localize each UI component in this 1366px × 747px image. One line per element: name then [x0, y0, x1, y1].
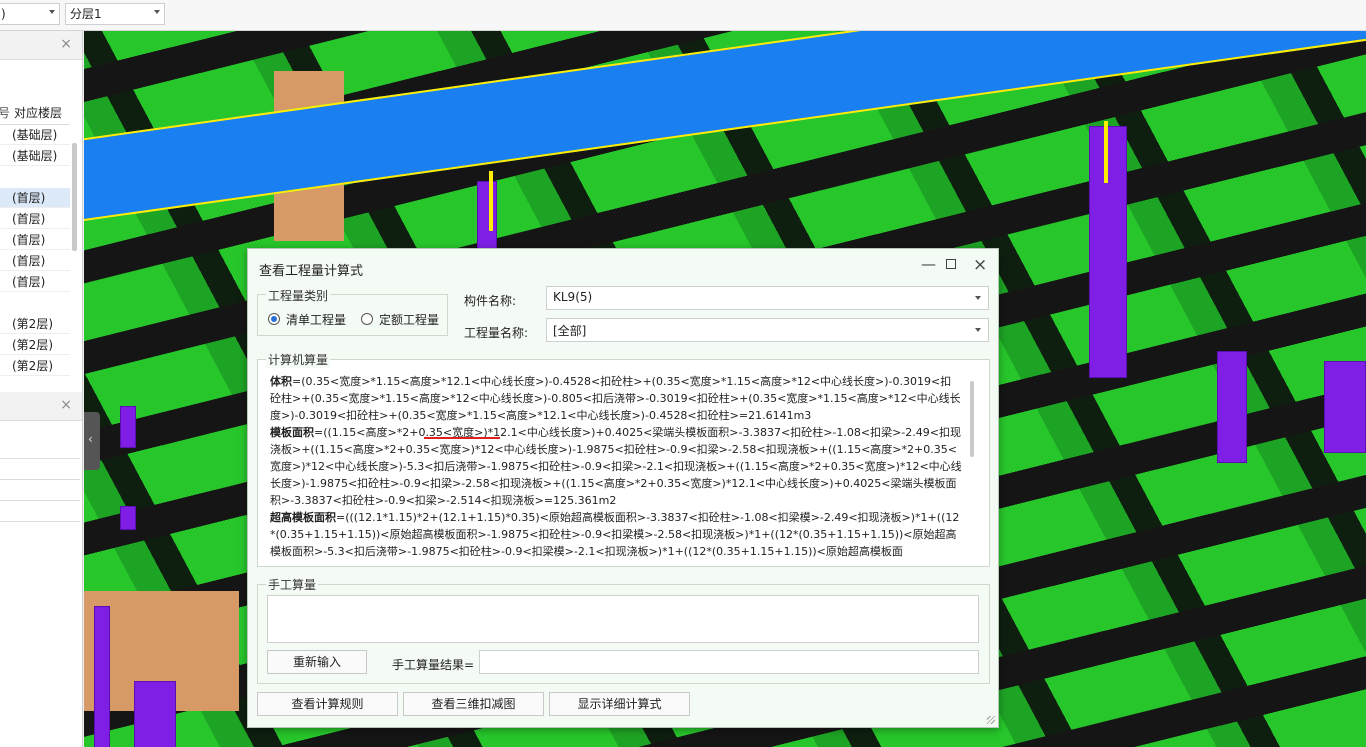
floor-row[interactable]: (第2层)	[0, 356, 70, 376]
view-combo[interactable]: )	[0, 3, 60, 25]
quantity-formula-dialog: 查看工程量计算式 — × 工程量类别 清单工程量 定额工程量 构件名称: KL9…	[247, 248, 999, 728]
view-combo-text: )	[1, 7, 6, 21]
radio-list-label: 清单工程量	[286, 313, 347, 327]
formula-text[interactable]: 体积=(0.35<宽度>*1.15<高度>*12.1<中心线长度>)-0.452…	[270, 373, 962, 563]
floor-row[interactable]: (首层)	[0, 188, 70, 208]
column-header-prefix: 号	[0, 106, 11, 120]
close-icon[interactable]: ×	[60, 36, 72, 52]
manual-calc-label: 手工算量	[266, 576, 319, 593]
chevron-down-icon	[154, 10, 160, 14]
high-formwork-label: 超高模板面积	[270, 511, 336, 524]
panel-header-top: ×	[0, 31, 82, 60]
property-row-divider	[0, 521, 80, 522]
volume-label: 体积	[270, 375, 292, 388]
formula-scrollbar[interactable]	[970, 381, 974, 457]
view-rules-button[interactable]: 查看计算规则	[257, 692, 398, 716]
selected-beam[interactable]	[84, 31, 1366, 223]
floor-row[interactable]: (第2层)	[0, 314, 70, 334]
left-panel: × 号 对应楼层 (基础层) (基础层) (首层) (首层) (首层) (首层)…	[0, 31, 83, 747]
component-value: KL9(5)	[553, 290, 593, 304]
floor-scrollbar[interactable]	[72, 143, 77, 251]
property-row-divider	[0, 479, 80, 480]
radio-quota-quantity[interactable]	[361, 313, 373, 325]
view-3d-deduction-button[interactable]: 查看三维扣减图	[403, 692, 544, 716]
floor-row[interactable]: (首层)	[0, 230, 70, 250]
column-element[interactable]	[1217, 351, 1247, 463]
floor-row[interactable]: (基础层)	[0, 125, 70, 145]
formwork-label: 模板面积	[270, 426, 314, 439]
red-underline-annotation	[424, 437, 500, 439]
beam-marker-arrow	[1104, 121, 1108, 183]
manual-result-label: 手工算量结果=	[392, 658, 475, 672]
floor-row[interactable]: (基础层)	[0, 146, 70, 166]
minimize-icon[interactable]: —	[921, 255, 936, 273]
quantity-label: 工程量名称:	[464, 326, 529, 340]
quantity-select[interactable]: [全部]	[546, 318, 989, 342]
property-row-divider	[0, 500, 80, 501]
layer-combo[interactable]: 分层1	[65, 3, 165, 25]
floor-column-header: 号 对应楼层	[0, 102, 70, 125]
chevron-down-icon	[49, 10, 55, 14]
floor-row[interactable]: (第2层)	[0, 335, 70, 355]
column-element[interactable]	[1089, 126, 1127, 378]
volume-formula: =(0.35<宽度>*1.15<高度>*12.1<中心线长度>)-0.4528<…	[270, 375, 961, 422]
column-element[interactable]	[134, 681, 176, 747]
floor-row[interactable]: (首层)	[0, 209, 70, 229]
beam-marker-arrow	[489, 171, 493, 231]
column-element[interactable]	[120, 506, 136, 530]
panel-header-bottom: ×	[0, 392, 82, 421]
chevron-down-icon	[975, 296, 981, 300]
maximize-icon[interactable]	[946, 259, 956, 269]
top-toolbar: ) 分层1	[0, 0, 1366, 31]
layer-combo-text: 分层1	[70, 7, 102, 21]
show-detail-formula-button[interactable]: 显示详细计算式	[549, 692, 690, 716]
close-icon[interactable]: ×	[60, 397, 72, 413]
chevron-down-icon	[975, 328, 981, 332]
property-row-divider	[0, 458, 80, 459]
radio-quota-label: 定额工程量	[379, 313, 440, 327]
manual-result-input[interactable]	[479, 650, 979, 674]
column-element[interactable]	[120, 406, 136, 448]
dialog-title: 查看工程量计算式	[259, 264, 364, 279]
computer-calc-label: 计算机算量	[266, 351, 331, 368]
high-formwork-formula: =(((12.1*1.15)*2+(12.1+1.15)*0.35)<原始超高模…	[270, 511, 960, 558]
column-element[interactable]	[94, 606, 110, 747]
collapse-handle[interactable]: ‹	[84, 412, 100, 470]
floor-row[interactable]: (首层)	[0, 251, 70, 271]
floor-row[interactable]: (首层)	[0, 272, 70, 292]
radio-list-quantity[interactable]	[268, 313, 280, 325]
resize-grip-icon[interactable]	[987, 716, 995, 724]
quantity-value: [全部]	[553, 324, 587, 338]
component-label: 构件名称:	[464, 294, 517, 308]
formwork-formula: =((1.15<高度>*2+0.35<宽度>)*12.1<中心线长度>)+0.4…	[270, 426, 962, 507]
column-header-label: 对应楼层	[14, 106, 63, 120]
close-icon[interactable]: ×	[973, 255, 987, 275]
manual-formula-input[interactable]	[267, 595, 979, 643]
column-element[interactable]	[1324, 361, 1366, 453]
reenter-button[interactable]: 重新输入	[267, 650, 367, 674]
category-group-label: 工程量类别	[266, 287, 331, 304]
component-select[interactable]: KL9(5)	[546, 286, 989, 310]
chevron-left-icon: ‹	[88, 432, 93, 446]
